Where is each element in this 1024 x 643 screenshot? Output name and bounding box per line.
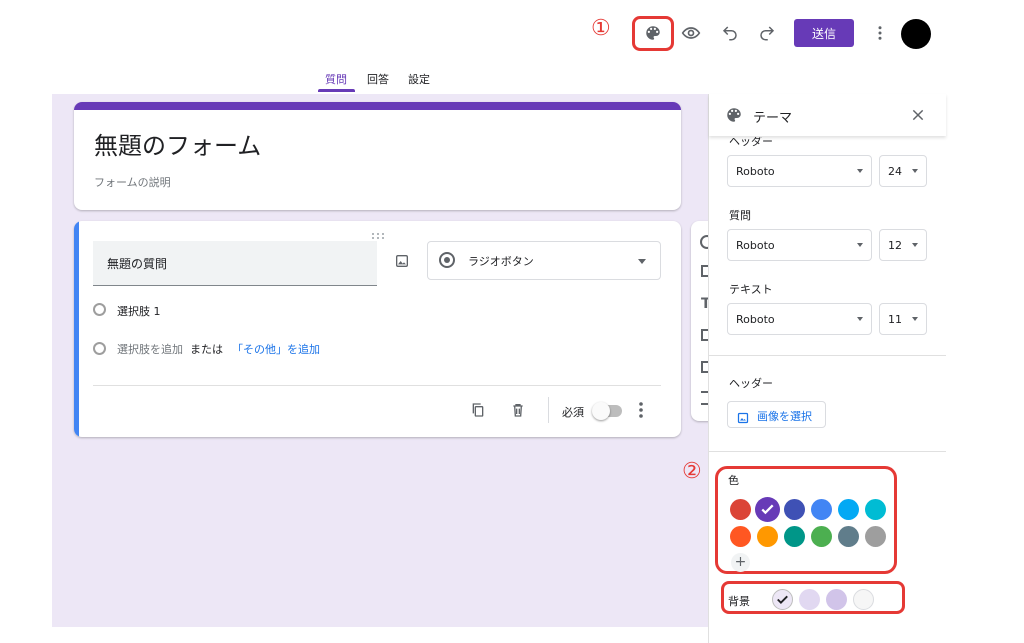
question-active-bar bbox=[74, 221, 79, 437]
text-size-value: 11 bbox=[888, 312, 902, 326]
send-button[interactable]: 送信 bbox=[794, 19, 854, 47]
annotation-1: ① bbox=[591, 16, 611, 41]
check-icon bbox=[761, 504, 774, 515]
avatar[interactable] bbox=[901, 19, 931, 49]
required-label: 必須 bbox=[562, 406, 584, 419]
background-swatch[interactable] bbox=[772, 589, 793, 610]
question-footer-divider bbox=[93, 385, 661, 386]
custom-color-button[interactable]: + bbox=[731, 553, 750, 572]
chevron-down-icon bbox=[912, 169, 918, 173]
color-swatch[interactable] bbox=[811, 526, 832, 547]
question-size-value: 12 bbox=[888, 238, 902, 252]
theme-palette-icon bbox=[725, 106, 743, 128]
check-icon bbox=[777, 595, 788, 605]
question-title: 無題の質問 bbox=[107, 257, 168, 271]
undo-icon[interactable] bbox=[718, 21, 742, 45]
add-option-link[interactable]: 選択肢を追加 bbox=[117, 341, 183, 357]
text-font-value: Roboto bbox=[736, 312, 775, 326]
color-swatch[interactable] bbox=[730, 526, 751, 547]
header-font-value: Roboto bbox=[736, 164, 775, 178]
tab-questions[interactable]: 質問 bbox=[325, 71, 347, 87]
tab-settings[interactable]: 設定 bbox=[408, 71, 430, 87]
color-swatch[interactable] bbox=[784, 499, 805, 520]
question-title-field[interactable]: 無題の質問 bbox=[93, 241, 377, 286]
more-vert-icon[interactable] bbox=[868, 21, 892, 45]
background-swatch[interactable] bbox=[826, 589, 847, 610]
color-swatch[interactable] bbox=[838, 499, 859, 520]
color-swatch[interactable] bbox=[784, 526, 805, 547]
background-swatch[interactable] bbox=[853, 589, 874, 610]
background-swatch[interactable] bbox=[799, 589, 820, 610]
form-description[interactable]: フォームの説明 bbox=[94, 174, 171, 190]
form-title-card[interactable]: 無題のフォーム フォームの説明 bbox=[74, 102, 681, 210]
color-swatch[interactable] bbox=[730, 499, 751, 520]
radio-button-icon bbox=[439, 252, 455, 268]
question-font-select[interactable]: Roboto bbox=[727, 229, 872, 261]
chevron-down-icon bbox=[857, 169, 863, 173]
theme-panel-header: テーマ bbox=[709, 94, 946, 136]
tab-responses[interactable]: 回答 bbox=[367, 71, 389, 87]
header-image-label: ヘッダー bbox=[729, 377, 773, 390]
question-type-select[interactable]: ラジオボタン bbox=[427, 241, 661, 280]
question-size-select[interactable]: 12 bbox=[879, 229, 927, 261]
image-icon[interactable] bbox=[394, 253, 410, 269]
eye-icon[interactable] bbox=[679, 21, 703, 45]
form-title[interactable]: 無題のフォーム bbox=[94, 126, 261, 161]
or-text: または bbox=[190, 343, 223, 356]
question-font-label: 質問 bbox=[729, 209, 751, 222]
header-size-value: 24 bbox=[888, 164, 902, 178]
question-card[interactable]: 無題の質問 ラジオボタン 選択肢 1 選択肢を追加 または 「その他」を追加 必… bbox=[74, 221, 681, 437]
select-image-label: 画像を選択 bbox=[757, 410, 812, 423]
panel-divider bbox=[709, 451, 946, 452]
header-font-select[interactable]: Roboto bbox=[727, 155, 872, 187]
redo-icon[interactable] bbox=[755, 21, 779, 45]
header-size-select[interactable]: 24 bbox=[879, 155, 927, 187]
add-option-radio bbox=[93, 342, 106, 355]
option-radio-1[interactable] bbox=[93, 303, 106, 316]
annotation-2: ② bbox=[682, 459, 702, 484]
text-font-label: テキスト bbox=[729, 283, 773, 296]
tab-active-indicator bbox=[318, 89, 355, 92]
color-label: 色 bbox=[728, 474, 739, 487]
footer-vertical-divider bbox=[548, 397, 549, 423]
close-icon[interactable] bbox=[910, 107, 926, 127]
color-swatch[interactable] bbox=[757, 526, 778, 547]
drag-handle-icon[interactable] bbox=[371, 225, 385, 239]
text-size-select[interactable]: 11 bbox=[879, 303, 927, 335]
background-label: 背景 bbox=[728, 595, 750, 608]
image-icon bbox=[737, 409, 749, 428]
chevron-down-icon bbox=[857, 243, 863, 247]
question-type-label: ラジオボタン bbox=[468, 255, 534, 268]
select-image-button[interactable]: 画像を選択 bbox=[727, 401, 826, 428]
question-more-icon[interactable] bbox=[635, 401, 647, 419]
duplicate-icon[interactable] bbox=[470, 401, 486, 419]
chevron-down-icon bbox=[912, 243, 918, 247]
chevron-down-icon bbox=[638, 259, 646, 264]
color-swatch[interactable] bbox=[755, 497, 780, 522]
option-1-label[interactable]: 選択肢 1 bbox=[117, 303, 161, 319]
form-accent-bar bbox=[74, 102, 681, 110]
theme-panel-title: テーマ bbox=[753, 111, 793, 126]
required-toggle[interactable] bbox=[592, 402, 622, 420]
chevron-down-icon bbox=[912, 317, 918, 321]
panel-divider bbox=[709, 355, 946, 356]
text-font-select[interactable]: Roboto bbox=[727, 303, 872, 335]
chevron-down-icon bbox=[857, 317, 863, 321]
color-swatch[interactable] bbox=[838, 526, 859, 547]
color-swatch[interactable] bbox=[811, 499, 832, 520]
delete-icon[interactable] bbox=[510, 401, 526, 419]
color-swatch[interactable] bbox=[865, 499, 886, 520]
question-font-value: Roboto bbox=[736, 238, 775, 252]
add-other-link[interactable]: 「その他」を追加 bbox=[232, 341, 320, 357]
color-swatch[interactable] bbox=[865, 526, 886, 547]
palette-icon[interactable] bbox=[641, 21, 665, 45]
